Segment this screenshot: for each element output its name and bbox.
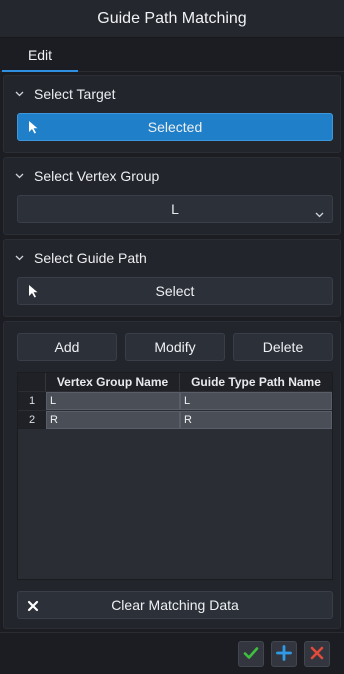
selected-button-label: Selected	[147, 119, 203, 135]
select-target-title: Select Target	[34, 86, 116, 102]
row-number[interactable]: 2	[18, 411, 46, 429]
table-cell-guide-path[interactable]: R	[180, 411, 332, 429]
title-bar: Guide Path Matching	[0, 0, 344, 38]
close-icon	[27, 599, 39, 615]
select-target-section: Select Target Selected	[3, 75, 341, 153]
clear-matching-data-button[interactable]: Clear Matching Data	[17, 591, 333, 619]
chevron-down-icon	[14, 89, 24, 99]
vertex-group-value: L	[171, 201, 179, 217]
window-title: Guide Path Matching	[97, 9, 247, 27]
add-button-label: Add	[54, 339, 80, 355]
select-guide-path-button[interactable]: Select	[17, 277, 333, 305]
select-guide-path-section: Select Guide Path Select	[3, 239, 341, 317]
active-tab-indicator	[2, 70, 78, 72]
select-button-label: Select	[155, 283, 195, 299]
select-vertex-group-header[interactable]: Select Vertex Group	[14, 168, 159, 184]
cursor-arrow-icon	[28, 284, 39, 301]
tab-bar: Edit	[0, 38, 344, 72]
cursor-arrow-icon	[28, 120, 39, 137]
add-button[interactable]: Add	[17, 333, 117, 361]
plus-icon	[276, 644, 292, 664]
selected-button[interactable]: Selected	[17, 113, 333, 141]
check-icon	[243, 646, 259, 663]
close-icon	[310, 646, 324, 663]
select-guide-path-title: Select Guide Path	[34, 250, 147, 266]
select-target-header[interactable]: Select Target	[14, 86, 115, 102]
action-bar	[0, 632, 344, 674]
chevron-down-icon	[14, 171, 24, 181]
row-number[interactable]: 1	[18, 392, 46, 410]
add-icon-button[interactable]	[271, 641, 297, 667]
vertex-group-dropdown[interactable]: L	[17, 195, 333, 223]
column-header-vertex-group[interactable]: Vertex Group Name	[46, 373, 180, 391]
chevron-down-icon	[315, 205, 324, 221]
column-header-guide-path[interactable]: Guide Type Path Name	[180, 373, 332, 391]
matching-section: Add Modify Delete Vertex Group Name Guid…	[3, 321, 341, 629]
select-guide-path-header[interactable]: Select Guide Path	[14, 250, 147, 266]
modify-button-label: Modify	[154, 339, 196, 355]
chevron-down-icon	[14, 253, 24, 263]
cancel-button[interactable]	[304, 641, 330, 667]
table-cell-guide-path[interactable]: L	[180, 392, 332, 410]
table-cell-vertex-group[interactable]: L	[46, 392, 180, 410]
matching-table: Vertex Group Name Guide Type Path Name 1…	[17, 372, 333, 580]
delete-button[interactable]: Delete	[233, 333, 333, 361]
modify-button[interactable]: Modify	[125, 333, 225, 361]
tab-edit-label: Edit	[27, 47, 53, 63]
clear-matching-data-label: Clear Matching Data	[111, 597, 239, 613]
confirm-button[interactable]	[238, 641, 264, 667]
select-vertex-group-section: Select Vertex Group L	[3, 157, 341, 235]
delete-button-label: Delete	[262, 339, 304, 355]
table-corner-header	[18, 373, 46, 391]
select-vertex-group-title: Select Vertex Group	[34, 168, 160, 184]
tab-edit[interactable]: Edit	[2, 38, 78, 72]
table-cell-vertex-group[interactable]: R	[46, 411, 180, 429]
